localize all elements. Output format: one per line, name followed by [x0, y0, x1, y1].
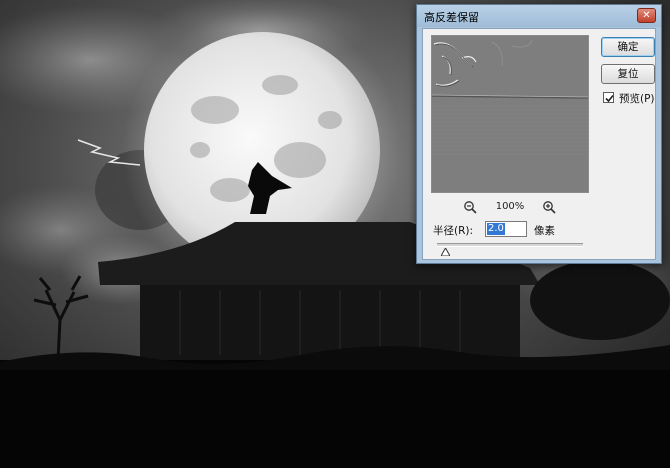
- preview-checkbox[interactable]: [603, 92, 614, 103]
- close-button[interactable]: ✕: [637, 8, 656, 23]
- zoom-in-icon[interactable]: [542, 200, 556, 214]
- radius-slider-track[interactable]: [437, 243, 583, 247]
- radius-unit: 像素: [534, 225, 555, 237]
- reset-button[interactable]: 复位: [601, 64, 655, 84]
- preview-label: 预览(P): [619, 93, 655, 105]
- close-icon: ✕: [642, 10, 651, 21]
- dialog-body: 100% 半径(R): 2.0 像素 确定 复位 预览(P): [422, 28, 656, 260]
- radius-label: 半径(R):: [433, 225, 474, 237]
- temple-body: [140, 285, 520, 360]
- preview-option[interactable]: 预览(P): [603, 91, 657, 105]
- zoom-controls: 100%: [431, 199, 589, 215]
- dialog-titlebar[interactable]: 高反差保留 ✕: [417, 5, 661, 27]
- zoom-value: 100%: [495, 201, 525, 212]
- right-trees: [530, 260, 670, 340]
- ok-button[interactable]: 确定: [601, 37, 655, 57]
- radius-value: 2.0: [487, 223, 505, 235]
- radius-row: 半径(R): 2.0 像素: [433, 221, 633, 239]
- slider-thumb-icon[interactable]: [441, 248, 451, 256]
- checkmark-icon: [605, 94, 614, 103]
- ground: [0, 360, 670, 468]
- zoom-out-icon[interactable]: [463, 200, 477, 214]
- filter-preview-pane[interactable]: [431, 35, 589, 193]
- radius-input[interactable]: 2.0: [485, 221, 527, 237]
- dialog-title: 高反差保留: [424, 11, 479, 24]
- high-pass-dialog: 高反差保留 ✕ 100% 半径(R): 2.0 像素 确定 复位 预览(P): [416, 4, 662, 264]
- preview-image: [432, 36, 588, 192]
